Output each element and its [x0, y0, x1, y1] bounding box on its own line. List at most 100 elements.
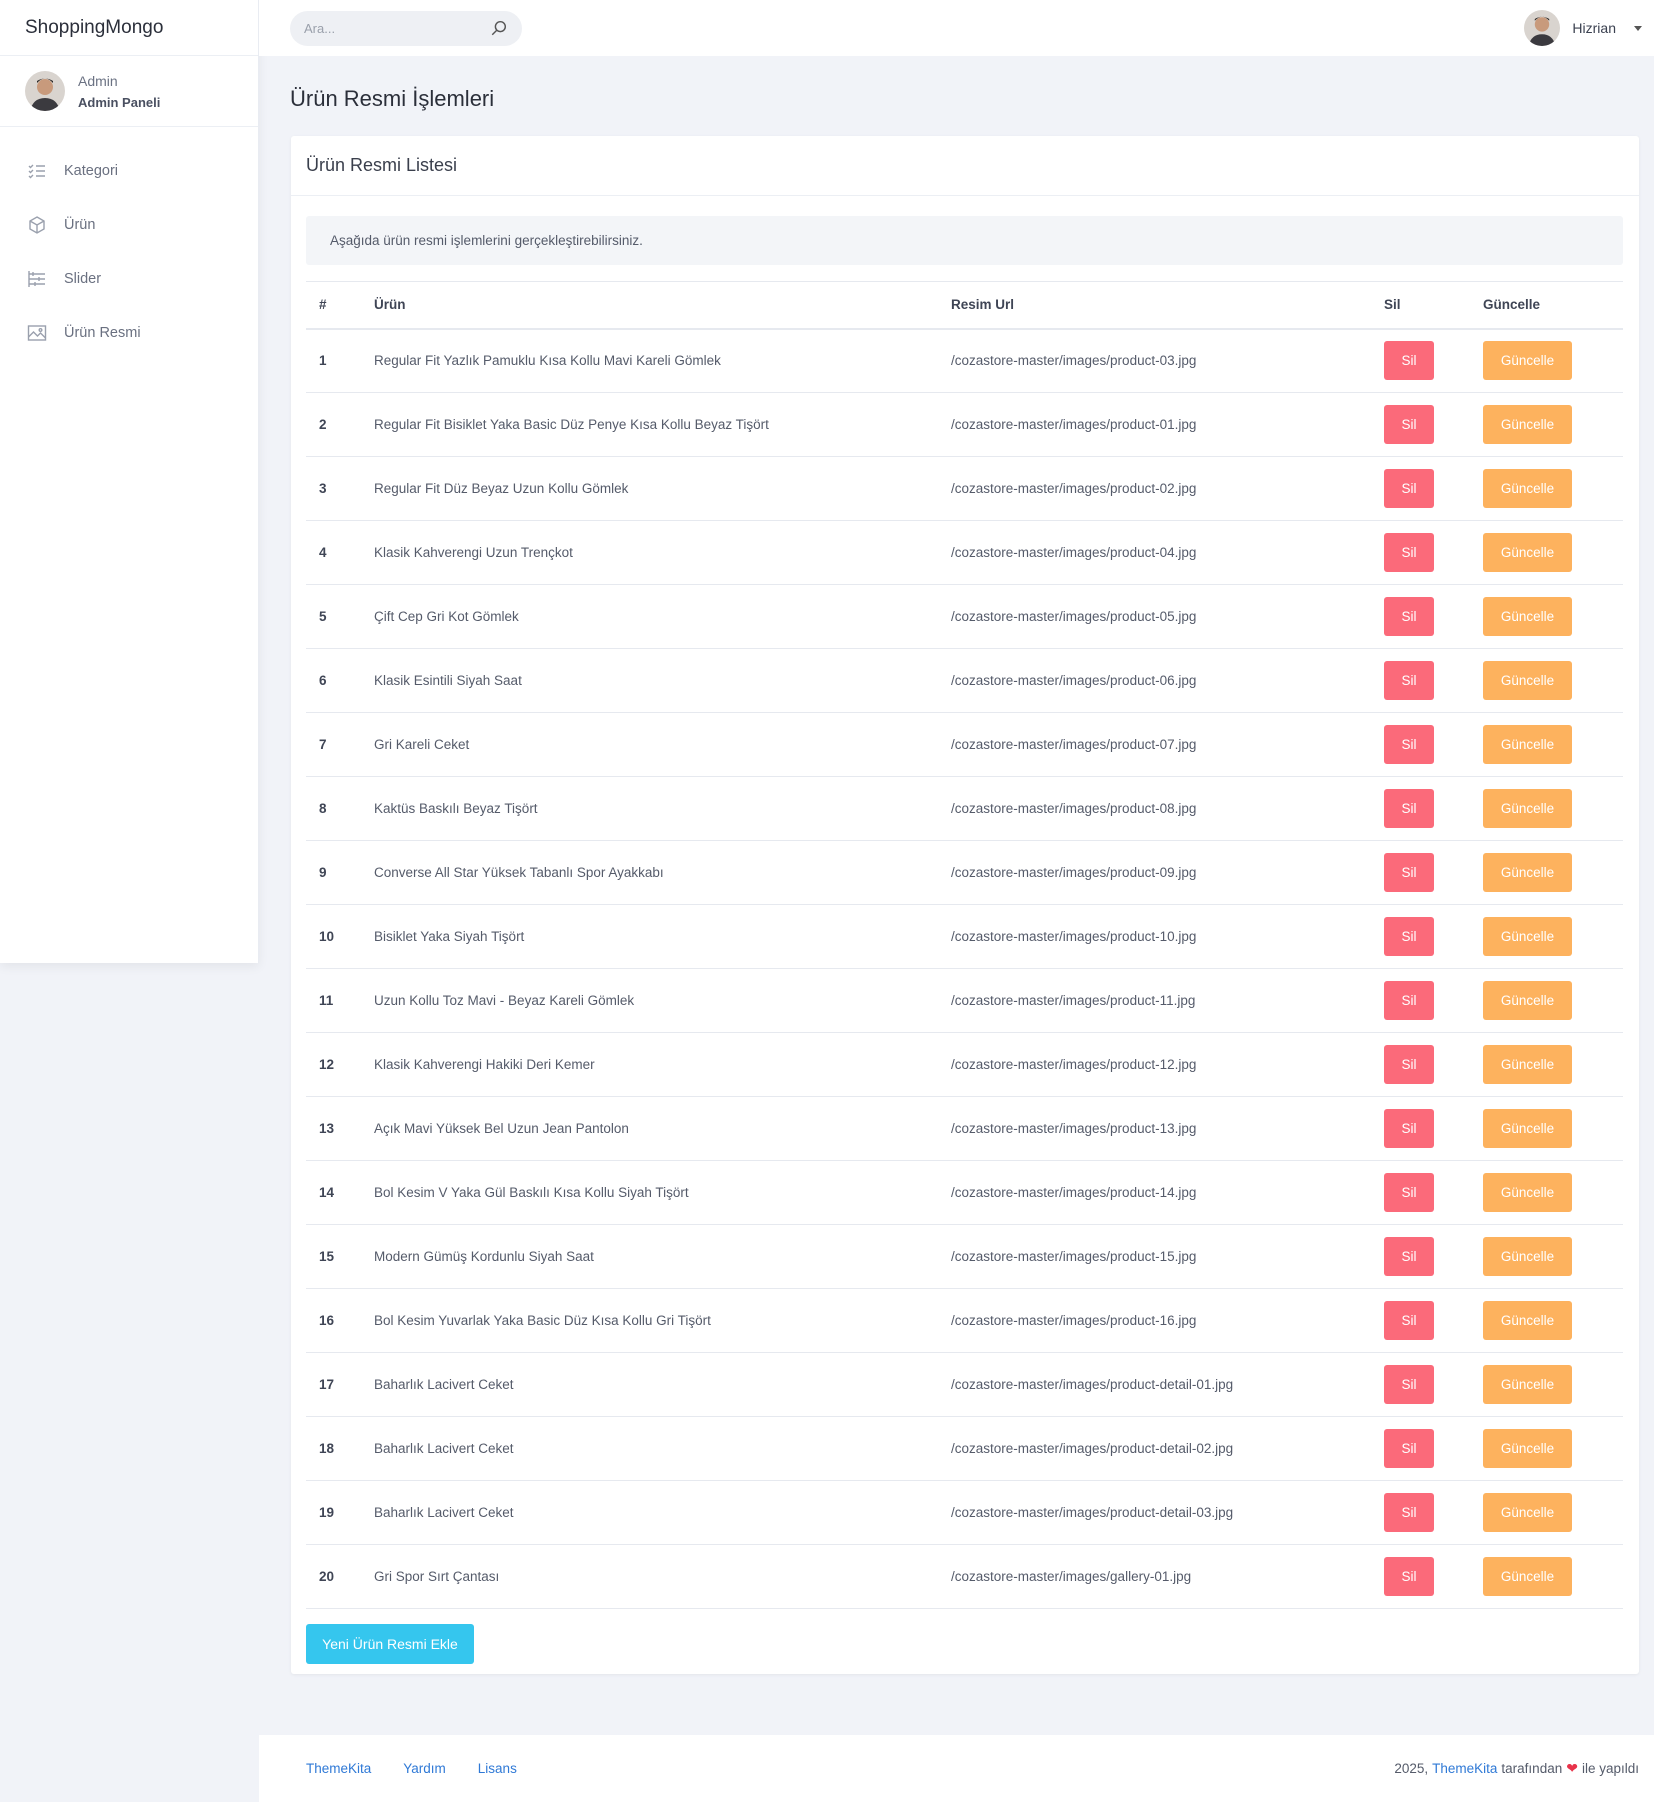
delete-button[interactable]: Sil	[1384, 1493, 1434, 1532]
update-button[interactable]: Güncelle	[1483, 405, 1572, 444]
credit-by: tarafından	[1501, 1761, 1563, 1776]
product-name: Gri Kareli Ceket	[361, 712, 938, 777]
table-row: 17 Baharlık Lacivert Ceket/cozastore-mast…	[306, 1352, 1623, 1417]
update-cell: Güncelle	[1470, 968, 1623, 1033]
update-button[interactable]: Güncelle	[1483, 1557, 1572, 1596]
product-name: Regular Fit Yazlık Pamuklu Kısa Kollu Ma…	[361, 328, 938, 393]
delete-button[interactable]: Sil	[1384, 1237, 1434, 1276]
delete-button[interactable]: Sil	[1384, 789, 1434, 828]
delete-button[interactable]: Sil	[1384, 661, 1434, 700]
product-name: Bol Kesim V Yaka Gül Baskılı Kısa Kollu …	[361, 1160, 938, 1225]
update-cell: Güncelle	[1470, 1352, 1623, 1417]
delete-button[interactable]: Sil	[1384, 981, 1434, 1020]
update-button[interactable]: Güncelle	[1483, 1301, 1572, 1340]
delete-cell: Sil	[1371, 1032, 1470, 1097]
product-name: Klasik Kahverengi Hakiki Deri Kemer	[361, 1032, 938, 1097]
user-menu[interactable]: Hizrian	[1524, 10, 1642, 46]
footer-link-themekita[interactable]: ThemeKita	[306, 1761, 371, 1776]
update-button[interactable]: Güncelle	[1483, 789, 1572, 828]
delete-button[interactable]: Sil	[1384, 1173, 1434, 1212]
delete-cell: Sil	[1371, 392, 1470, 457]
update-button[interactable]: Güncelle	[1483, 725, 1572, 764]
footer-link-license[interactable]: Lisans	[478, 1761, 517, 1776]
product-name: Klasik Esintili Siyah Saat	[361, 648, 938, 713]
update-cell: Güncelle	[1470, 1544, 1623, 1609]
table-row: 20 Gri Spor Sırt Çantası/cozastore-master…	[306, 1544, 1623, 1609]
box-icon	[29, 216, 45, 234]
column-header: Ürün	[361, 281, 938, 330]
update-button[interactable]: Güncelle	[1483, 1173, 1572, 1212]
table-row: 5 Çift Cep Gri Kot Gömlek/cozastore-maste…	[306, 584, 1623, 649]
row-number: 9	[306, 840, 361, 905]
product-name: Bol Kesim Yuvarlak Yaka Basic Düz Kısa K…	[361, 1288, 938, 1353]
update-cell: Güncelle	[1470, 1416, 1623, 1481]
update-cell: Güncelle	[1470, 520, 1623, 585]
image-url: /cozastore-master/images/product-14.jpg	[938, 1160, 1371, 1225]
sidebar-item-kategori[interactable]: Kategori	[0, 144, 258, 198]
image-url: /cozastore-master/images/product-06.jpg	[938, 648, 1371, 713]
update-button[interactable]: Güncelle	[1483, 917, 1572, 956]
delete-button[interactable]: Sil	[1384, 597, 1434, 636]
delete-button[interactable]: Sil	[1384, 725, 1434, 764]
delete-button[interactable]: Sil	[1384, 1301, 1434, 1340]
table-row: 7 Gri Kareli Ceket/cozastore-master/image…	[306, 712, 1623, 777]
table-row: 15 Modern Gümüş Kordunlu Siyah Saat/cozas…	[306, 1224, 1623, 1289]
row-number: 18	[306, 1416, 361, 1481]
list-icon	[28, 164, 45, 179]
update-button[interactable]: Güncelle	[1483, 1045, 1572, 1084]
sidebar-item-urun-resmi[interactable]: Ürün Resmi	[0, 306, 258, 360]
delete-button[interactable]: Sil	[1384, 853, 1434, 892]
update-button[interactable]: Güncelle	[1483, 853, 1572, 892]
update-button[interactable]: Güncelle	[1483, 1109, 1572, 1148]
update-button[interactable]: Güncelle	[1483, 1365, 1572, 1404]
delete-button[interactable]: Sil	[1384, 1365, 1434, 1404]
product-name: Açık Mavi Yüksek Bel Uzun Jean Pantolon	[361, 1096, 938, 1161]
delete-button[interactable]: Sil	[1384, 917, 1434, 956]
product-name: Baharlık Lacivert Ceket	[361, 1416, 938, 1481]
row-number: 13	[306, 1096, 361, 1161]
update-button[interactable]: Güncelle	[1483, 1493, 1572, 1532]
product-name: Klasik Kahverengi Uzun Trençkot	[361, 520, 938, 585]
update-button[interactable]: Güncelle	[1483, 469, 1572, 508]
sidebar-item-label: Kategori	[64, 163, 119, 179]
product-name: Gri Spor Sırt Çantası	[361, 1544, 938, 1609]
column-header: Sil	[1371, 281, 1470, 330]
sidebar-item-slider[interactable]: Slider	[0, 252, 258, 306]
delete-button[interactable]: Sil	[1384, 469, 1434, 508]
sidebar-user: Admin Admin Paneli	[0, 56, 258, 127]
delete-button[interactable]: Sil	[1384, 1429, 1434, 1468]
delete-cell: Sil	[1371, 328, 1470, 393]
row-number: 7	[306, 712, 361, 777]
delete-button[interactable]: Sil	[1384, 1109, 1434, 1148]
table-row: 1 Regular Fit Yazlık Pamuklu Kısa Kollu M…	[306, 328, 1623, 393]
avatar	[1524, 10, 1561, 46]
image-url: /cozastore-master/images/product-04.jpg	[938, 520, 1371, 585]
delete-button[interactable]: Sil	[1384, 405, 1434, 444]
sidebar-nav: Kategori Ürün Slider Ürün Resmi	[0, 127, 258, 360]
brand-logo[interactable]: ShoppingMongo	[0, 0, 258, 56]
update-button[interactable]: Güncelle	[1483, 1237, 1572, 1276]
update-button[interactable]: Güncelle	[1483, 661, 1572, 700]
update-button[interactable]: Güncelle	[1483, 597, 1572, 636]
update-cell: Güncelle	[1470, 712, 1623, 777]
table-row: 9 Converse All Star Yüksek Tabanlı Spor A…	[306, 840, 1623, 905]
add-image-button[interactable]: Yeni Ürün Resmi Ekle	[306, 1624, 474, 1664]
row-number: 11	[306, 968, 361, 1033]
search-icon[interactable]	[490, 19, 508, 37]
delete-button[interactable]: Sil	[1384, 1557, 1434, 1596]
sidebar-item-urun[interactable]: Ürün	[0, 198, 258, 252]
image-url: /cozastore-master/images/product-07.jpg	[938, 712, 1371, 777]
credit-brand-link[interactable]: ThemeKita	[1432, 1761, 1497, 1776]
update-cell: Güncelle	[1470, 1160, 1623, 1225]
delete-cell: Sil	[1371, 1096, 1470, 1161]
update-button[interactable]: Güncelle	[1483, 533, 1572, 572]
delete-button[interactable]: Sil	[1384, 533, 1434, 572]
delete-button[interactable]: Sil	[1384, 341, 1434, 381]
delete-button[interactable]: Sil	[1384, 1045, 1434, 1084]
update-button[interactable]: Güncelle	[1483, 981, 1572, 1020]
table-row: 14 Bol Kesim V Yaka Gül Baskılı Kısa Koll…	[306, 1160, 1623, 1225]
footer-link-help[interactable]: Yardım	[403, 1761, 446, 1776]
update-button[interactable]: Güncelle	[1483, 1429, 1572, 1468]
search-input[interactable]	[304, 20, 474, 36]
update-button[interactable]: Güncelle	[1483, 341, 1572, 381]
